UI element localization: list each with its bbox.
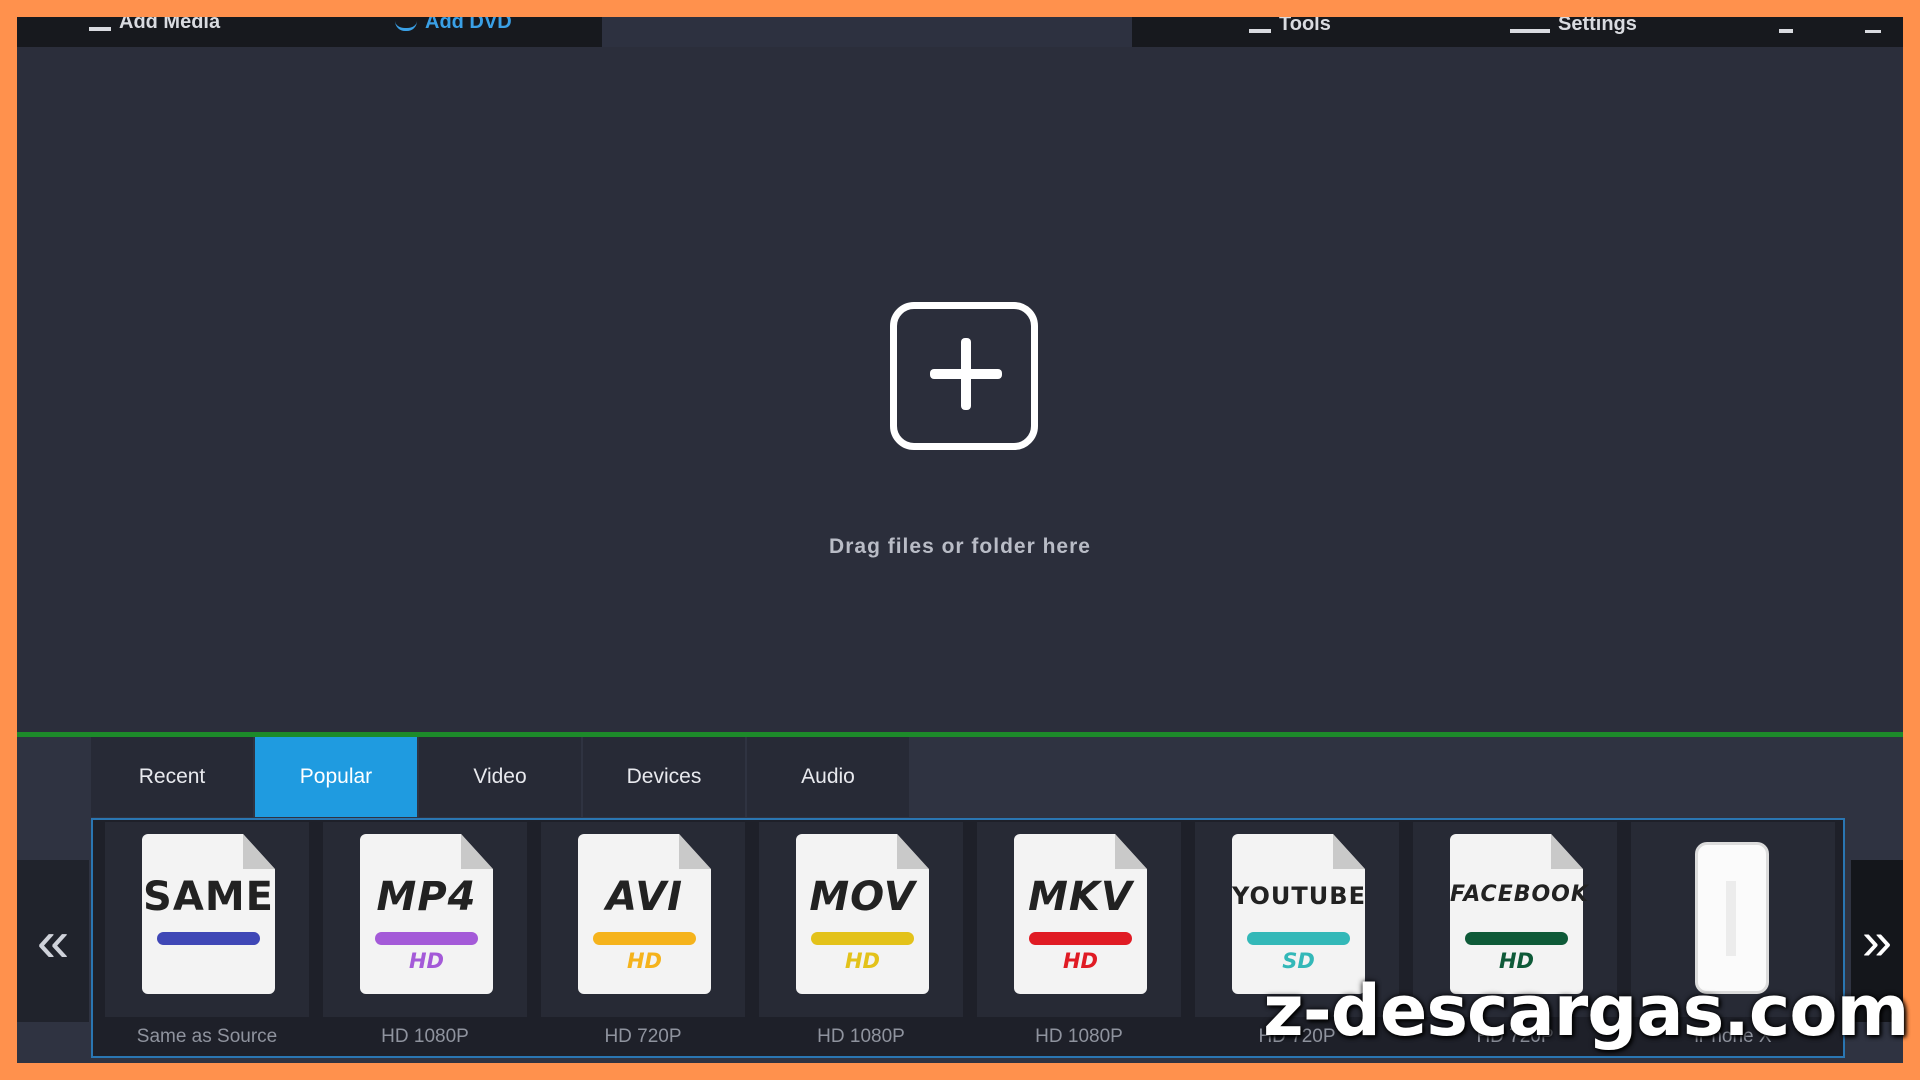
- add-media-button[interactable]: Add Media: [89, 17, 220, 33]
- drop-hint-text: Drag files or folder here: [829, 535, 1091, 558]
- format-subtitle: HD 1080P: [381, 1026, 469, 1047]
- format-quality: HD: [408, 949, 444, 973]
- watermark-text: z-descargas.com: [1263, 970, 1909, 1052]
- tools-button[interactable]: Tools: [1249, 17, 1331, 35]
- file-fold: [897, 834, 929, 869]
- format-label: MP4: [376, 874, 477, 920]
- tab-devices[interactable]: Devices: [583, 737, 745, 817]
- format-mkv[interactable]: MKV HD HD 1080P: [977, 822, 1181, 1047]
- format-color-pill: [1247, 932, 1350, 945]
- phone-screen: [1726, 881, 1736, 956]
- search-icon: [1779, 17, 1793, 33]
- format-label: FACEBOOK: [1450, 882, 1589, 907]
- format-quality: HD: [1062, 949, 1098, 973]
- plus-square-icon-vertical: [961, 338, 971, 410]
- format-quality: HD: [626, 949, 662, 973]
- format-subtitle: HD 1080P: [1035, 1026, 1123, 1047]
- top-toolbar: Add Media Add DVD Tools Settings: [17, 17, 1903, 47]
- add-files-button[interactable]: [890, 302, 1038, 450]
- format-color-pill: [1029, 932, 1132, 945]
- file-fold: [679, 834, 711, 869]
- plus-icon: [89, 17, 111, 31]
- tab-video[interactable]: Video: [419, 737, 581, 817]
- format-color-pill: [375, 932, 478, 945]
- format-label: MOV: [809, 874, 916, 920]
- format-tabs: Recent Popular Video Devices Audio: [91, 737, 911, 817]
- format-color-pill: [1465, 932, 1568, 945]
- toolbar-center-area: [602, 17, 1132, 47]
- tab-audio[interactable]: Audio: [747, 737, 909, 817]
- cart-button[interactable]: [1865, 17, 1881, 35]
- tab-popular[interactable]: Popular: [255, 737, 417, 817]
- format-color-pill: [811, 932, 914, 945]
- format-mp4[interactable]: MP4 HD HD 1080P: [323, 822, 527, 1047]
- format-color-pill: [593, 932, 696, 945]
- magic-wand-icon: [1249, 17, 1271, 33]
- file-fold: [461, 834, 493, 869]
- drop-zone[interactable]: Drag files or folder here: [17, 47, 1903, 747]
- scroll-left-button[interactable]: «: [17, 860, 89, 1022]
- search-button[interactable]: [1779, 17, 1793, 35]
- format-quality: HD: [844, 949, 880, 973]
- format-color-pill: [157, 932, 260, 945]
- add-dvd-button[interactable]: Add DVD: [395, 17, 512, 33]
- settings-button[interactable]: Settings: [1510, 17, 1637, 35]
- format-subtitle: Same as Source: [136, 1026, 278, 1047]
- disc-icon: [395, 17, 417, 31]
- format-label: YOUTUBE: [1232, 882, 1366, 910]
- format-same[interactable]: SAME Same as Source: [105, 822, 309, 1047]
- tab-recent[interactable]: Recent: [91, 737, 253, 817]
- format-mov[interactable]: MOV HD HD 1080P: [759, 822, 963, 1047]
- format-subtitle: HD 720P: [604, 1026, 682, 1047]
- format-label: SAME: [143, 874, 274, 920]
- settings-icon: [1510, 17, 1550, 33]
- format-label: AVI: [605, 874, 684, 920]
- format-avi[interactable]: AVI HD HD 720P: [541, 822, 745, 1047]
- cart-icon: [1865, 17, 1881, 33]
- format-label: MKV: [1028, 874, 1133, 920]
- format-subtitle: HD 1080P: [817, 1026, 905, 1047]
- app-window: Add Media Add DVD Tools Settings Drag fi…: [17, 17, 1903, 1063]
